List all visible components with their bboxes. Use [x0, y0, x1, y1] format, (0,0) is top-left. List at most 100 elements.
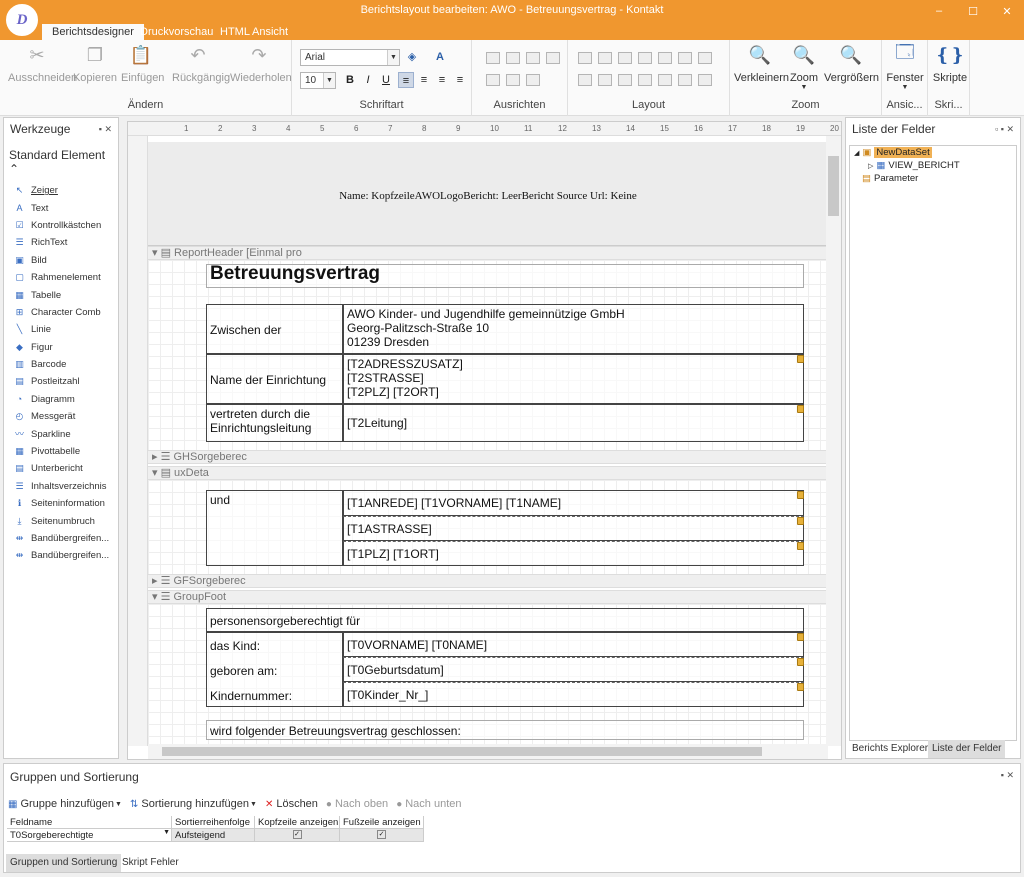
scrollbar-thumb[interactable]	[162, 747, 762, 756]
add-sort-button[interactable]: ⇅ Sortierung hinzufügen ▼	[130, 798, 257, 810]
cell-sortierreihenfolge[interactable]: Aufsteigend	[172, 829, 255, 842]
tree-item-newdataset[interactable]: ◢ ▣ NewDataSet	[850, 146, 1016, 159]
group-footer-body[interactable]: personensorgeberechtigt für das Kind: ge…	[148, 604, 828, 746]
paste-button[interactable]: 📋 Einfügen	[121, 44, 164, 85]
tool-item[interactable]: ⤓ Seitenumbruch	[4, 512, 118, 529]
row-label-einrichtung[interactable]: Name der Einrichtung	[206, 354, 343, 404]
band-detail[interactable]: ▾ ▤ uxDeta	[148, 466, 828, 480]
tool-item[interactable]: ▣ Bild	[4, 252, 118, 269]
underline-button[interactable]: U	[378, 72, 394, 88]
footer-closing[interactable]: wird folgender Betreuungsvertrag geschlo…	[206, 720, 804, 740]
chevron-down-icon[interactable]: ▼	[163, 829, 170, 836]
tool-item[interactable]: ▤ Postleitzahl	[4, 373, 118, 390]
col-kopfzeile[interactable]: Kopfzeile anzeigen	[255, 816, 340, 829]
align-centers-icon[interactable]	[506, 52, 520, 64]
font-name-select[interactable]: Arial ▼	[300, 49, 400, 66]
send-to-back-icon[interactable]	[698, 74, 712, 86]
close-button[interactable]: ✕	[990, 0, 1024, 22]
table-row[interactable]: T0Sorgeberechtigte ▼ Aufsteigend ✓ ✓	[7, 829, 424, 842]
vspace-decrease-icon[interactable]	[618, 74, 632, 86]
checkbox-icon[interactable]: ✓	[377, 830, 386, 839]
align-tops-icon[interactable]	[486, 74, 500, 86]
align-right-icon[interactable]: ≡	[434, 72, 450, 88]
undo-button[interactable]: ↶ Rückgängig	[172, 44, 230, 85]
center-horizontally-icon[interactable]	[658, 74, 672, 86]
tool-item[interactable]: 〰 Sparkline	[4, 425, 118, 442]
align-left-icon[interactable]: ≡	[398, 72, 414, 88]
align-to-grid-icon[interactable]	[546, 52, 560, 64]
tool-item[interactable]: ⇹ Bandübergreifen...	[4, 530, 118, 547]
tool-item[interactable]: ☰ RichText	[4, 234, 118, 251]
move-down-button[interactable]: ● Nach unten	[396, 798, 461, 810]
checkbox-icon[interactable]: ✓	[292, 830, 302, 839]
align-lefts-icon[interactable]	[486, 52, 500, 64]
row-value-zwischen[interactable]: AWO Kinder- und Jugendhilfe gemeinnützig…	[343, 304, 804, 354]
toolbox-section-header[interactable]: Standard Element ⌃	[4, 140, 118, 182]
expression-marker-icon[interactable]	[797, 633, 804, 641]
vspace-equal-icon[interactable]	[578, 74, 592, 86]
vspace-increase-icon[interactable]	[598, 74, 612, 86]
scripts-button[interactable]: ❴❵ Skripte	[932, 44, 968, 85]
hspace-increase-icon[interactable]	[678, 52, 692, 64]
field-t1astrasse[interactable]: [T1ASTRASSE]	[343, 516, 804, 541]
tool-item[interactable]: ◆ Figur	[4, 339, 118, 356]
tab-berichtsdesigner[interactable]: Berichtsdesigner	[42, 24, 144, 40]
row-value-leitung[interactable]: [T2Leitung]	[343, 404, 804, 442]
cut-button[interactable]: ✂ Ausschneiden	[8, 44, 77, 85]
field-t0geburtsdatum[interactable]: [T0Geburtsdatum]	[343, 657, 804, 682]
zoom-out-button[interactable]: 🔍 Verkleinern	[734, 44, 789, 85]
maximize-button[interactable]: ☐	[956, 0, 990, 22]
expression-marker-icon[interactable]	[797, 683, 804, 691]
band-group-footer-2[interactable]: ▾ ☰ GroupFoot	[148, 590, 828, 604]
app-logo-icon[interactable]: D	[4, 2, 40, 38]
field-t1-name[interactable]: [T1ANREDE] [T1VORNAME] [T1NAME]	[343, 490, 804, 516]
report-header-body[interactable]: Betreuungsvertrag Zwischen der AWO Kinde…	[148, 260, 828, 450]
hspace-decrease-icon[interactable]	[698, 52, 712, 64]
field-t0kinder-nr[interactable]: [T0Kinder_Nr_]	[343, 682, 804, 707]
expression-marker-icon[interactable]	[797, 405, 804, 413]
tool-item[interactable]: ◴ Messgerät	[4, 408, 118, 425]
tool-item[interactable]: ▥ Barcode	[4, 356, 118, 373]
align-bottoms-icon[interactable]	[526, 74, 540, 86]
tree-item-view-bericht[interactable]: ▷ ▦ VIEW_BERICHT	[850, 159, 1016, 172]
col-fusszeile[interactable]: Fußzeile anzeigen	[340, 816, 424, 829]
delete-button[interactable]: ✕ Löschen	[265, 798, 318, 810]
hspace-equal-icon[interactable]	[658, 52, 672, 64]
vspace-remove-icon[interactable]	[638, 74, 652, 86]
tool-item[interactable]: ▦ Tabelle	[4, 286, 118, 303]
page-header-band[interactable]: Name: KopfzeileAWOLogoBericht: LeerBeric…	[148, 142, 828, 246]
band-report-header[interactable]: ▾ ▤ ReportHeader [Einmal pro	[148, 246, 828, 260]
zoom-in-button[interactable]: 🔍 Vergrößern	[824, 44, 879, 85]
detail-body[interactable]: und [T1ANREDE] [T1VORNAME] [T1NAME] [T1A…	[148, 480, 828, 580]
add-group-button[interactable]: ▦ Gruppe hinzufügen ▼	[8, 798, 122, 810]
windows-button[interactable]: 🗔 Fenster ▼	[886, 42, 924, 91]
minimize-button[interactable]: –	[922, 0, 956, 22]
tab-berichts-explorer[interactable]: Berichts Explorer	[848, 740, 932, 758]
design-surface[interactable]: 1 2 3 4 5 6 7 8 9 10 11 12 13 14 15 16 17 18 19 20 Name: Ko…	[127, 121, 842, 760]
pin-icon[interactable]: ▪ ✕	[99, 124, 112, 135]
tool-item[interactable]: ◔ Diagramm	[4, 391, 118, 408]
row-label-leitung[interactable]: vertreten durch die Einrichtungsleitung	[206, 404, 343, 442]
tab-liste-der-felder[interactable]: Liste der Felder	[928, 740, 1006, 758]
tab-skript-fehler[interactable]: Skript Fehler	[118, 854, 183, 872]
bring-to-front-icon[interactable]	[678, 74, 692, 86]
report-title[interactable]: Betreuungsvertrag	[206, 264, 804, 288]
copy-button[interactable]: ❐ Kopieren	[72, 44, 118, 85]
same-height-icon[interactable]	[598, 52, 612, 64]
align-center-icon[interactable]: ≡	[416, 72, 432, 88]
align-middles-icon[interactable]	[506, 74, 520, 86]
expression-marker-icon[interactable]	[797, 542, 804, 550]
row-label-zwischen[interactable]: Zwischen der	[206, 304, 343, 354]
bold-button[interactable]: B	[342, 72, 358, 88]
field-t0-name[interactable]: [T0VORNAME] [T0NAME]	[343, 632, 804, 657]
same-size-icon[interactable]	[618, 52, 632, 64]
detail-label-und[interactable]: und	[206, 490, 343, 566]
tool-item[interactable]: ▢ Rahmenelement	[4, 269, 118, 286]
redo-button[interactable]: ↷ Wiederholen	[230, 44, 292, 85]
row-value-einrichtung[interactable]: [T2ADRESSZUSATZ] [T2STRASSE] [T2PLZ] [T2…	[343, 354, 804, 404]
tool-item[interactable]: A Text	[4, 199, 118, 216]
tool-item[interactable]: ╲ Linie	[4, 321, 118, 338]
cell-fusszeile[interactable]: ✓	[340, 829, 424, 842]
expression-marker-icon[interactable]	[797, 491, 804, 499]
same-width-icon[interactable]	[578, 52, 592, 64]
